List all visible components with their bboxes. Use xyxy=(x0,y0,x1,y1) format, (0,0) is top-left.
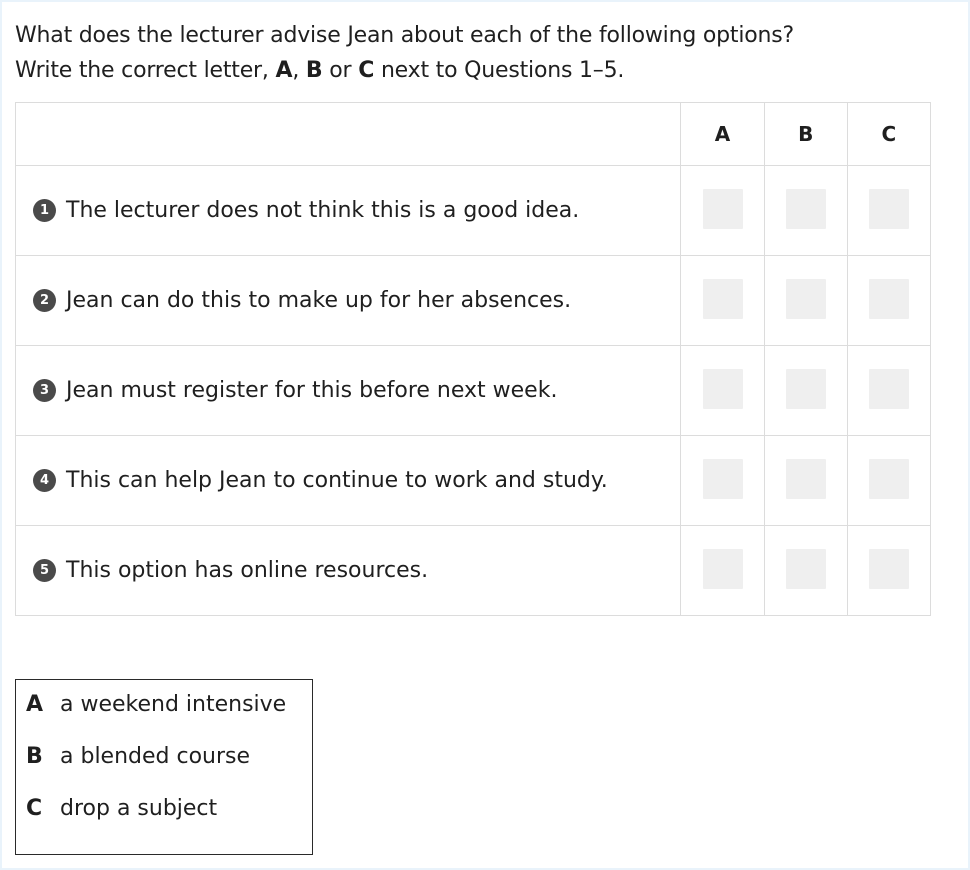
option-b: B a blended course xyxy=(26,744,250,769)
answer-box[interactable] xyxy=(785,278,826,319)
answer-cell-3-c[interactable] xyxy=(846,345,932,436)
question-row-4: 4 This can help Jean to continue to work … xyxy=(14,435,932,526)
question-cell: 1 The lecturer does not think this is a g… xyxy=(14,165,682,256)
header-blank-cell xyxy=(14,102,682,166)
question-number-badge: 4 xyxy=(33,469,56,492)
instruction-or: or xyxy=(329,58,352,83)
answer-box[interactable] xyxy=(702,368,743,409)
answer-box[interactable] xyxy=(702,188,743,229)
answer-box[interactable] xyxy=(702,278,743,319)
question-text: Jean must register for this before next … xyxy=(66,378,558,403)
answer-cell-3-b[interactable] xyxy=(763,345,848,436)
answer-box[interactable] xyxy=(785,548,826,589)
instruction-line-1: What does the lecturer advise Jean about… xyxy=(15,23,794,48)
answer-cell-2-c[interactable] xyxy=(846,255,932,346)
column-header-b: B xyxy=(763,102,848,166)
instruction-letter-a: A xyxy=(275,58,293,83)
option-letter: C xyxy=(26,796,43,821)
option-c: C drop a subject xyxy=(26,796,217,821)
answer-cell-4-a[interactable] xyxy=(680,435,765,526)
question-page: What does the lecturer advise Jean about… xyxy=(2,2,968,868)
column-header-a: A xyxy=(680,102,765,166)
answer-cell-3-a[interactable] xyxy=(680,345,765,436)
answer-cell-5-b[interactable] xyxy=(763,525,848,616)
option-letter: B xyxy=(26,744,43,769)
answer-box[interactable] xyxy=(785,188,826,229)
question-cell: 2 Jean can do this to make up for her abs… xyxy=(14,255,682,346)
question-text: The lecturer does not think this is a go… xyxy=(66,198,580,223)
instructions: What does the lecturer advise Jean about… xyxy=(15,18,794,88)
column-header-c: C xyxy=(846,102,932,166)
answer-cell-2-b[interactable] xyxy=(763,255,848,346)
answer-cell-1-c[interactable] xyxy=(846,165,932,256)
question-text: This option has online resources. xyxy=(66,558,429,583)
question-number-badge: 5 xyxy=(33,559,56,582)
question-number-badge: 1 xyxy=(33,199,56,222)
answer-cell-4-c[interactable] xyxy=(846,435,932,526)
question-row-3: 3 Jean must register for this before next… xyxy=(14,345,932,436)
answer-box[interactable] xyxy=(868,368,909,409)
question-row-1: 1 The lecturer does not think this is a g… xyxy=(14,165,932,256)
question-text: This can help Jean to continue to work a… xyxy=(66,468,608,493)
answer-cell-4-b[interactable] xyxy=(763,435,848,526)
instruction-line-2: Write the correct letter, A, B or C next… xyxy=(15,53,794,88)
question-number-badge: 3 xyxy=(33,379,56,402)
question-cell: 3 Jean must register for this before next… xyxy=(14,345,682,436)
question-cell: 4 This can help Jean to continue to work … xyxy=(14,435,682,526)
matching-table: A B C 1 The lecturer does not think this … xyxy=(14,102,932,616)
question-number-badge: 2 xyxy=(33,289,56,312)
question-cell: 5 This option has online resources. xyxy=(14,525,682,616)
option-a: A a weekend intensive xyxy=(26,692,286,717)
instruction-letter-b: B xyxy=(305,58,323,83)
answer-box[interactable] xyxy=(702,548,743,589)
instruction-text: Write the correct letter, xyxy=(15,58,269,83)
answer-box[interactable] xyxy=(785,458,826,499)
options-legend-box: A a weekend intensive B a blended course… xyxy=(15,679,313,855)
option-text: drop a subject xyxy=(60,796,218,821)
instruction-comma: , xyxy=(292,58,300,83)
answer-cell-5-c[interactable] xyxy=(846,525,932,616)
instruction-letter-c: C xyxy=(358,58,375,83)
table-header-row: A B C xyxy=(14,102,932,166)
question-row-2: 2 Jean can do this to make up for her abs… xyxy=(14,255,932,346)
question-row-5: 5 This option has online resources. xyxy=(14,525,932,616)
answer-box[interactable] xyxy=(868,278,909,319)
option-text: a weekend intensive xyxy=(60,692,287,717)
question-text: Jean can do this to make up for her abse… xyxy=(66,288,572,313)
answer-box[interactable] xyxy=(785,368,826,409)
answer-cell-2-a[interactable] xyxy=(680,255,765,346)
answer-cell-1-a[interactable] xyxy=(680,165,765,256)
answer-box[interactable] xyxy=(868,548,909,589)
answer-box[interactable] xyxy=(702,458,743,499)
answer-box[interactable] xyxy=(868,188,909,229)
instruction-text-end: next to Questions 1–5. xyxy=(380,58,625,83)
option-text: a blended course xyxy=(60,744,251,769)
option-letter: A xyxy=(26,692,44,717)
answer-cell-1-b[interactable] xyxy=(763,165,848,256)
answer-box[interactable] xyxy=(868,458,909,499)
answer-cell-5-a[interactable] xyxy=(680,525,765,616)
